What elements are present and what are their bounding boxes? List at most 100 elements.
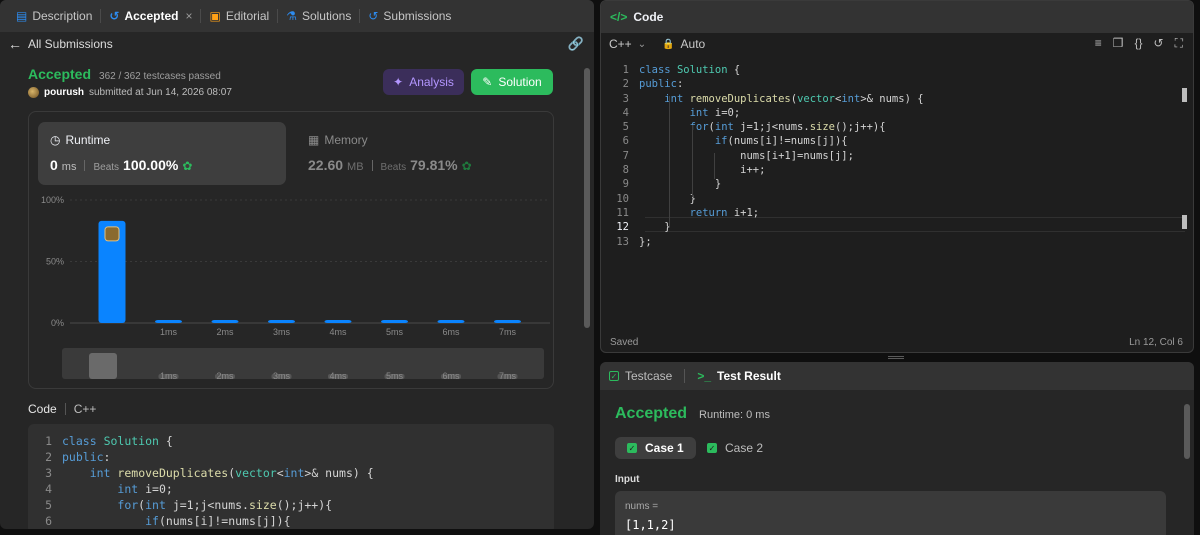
- code-text: int i=0;: [689, 106, 741, 119]
- all-submissions-link[interactable]: ← All Submissions 🔗: [0, 33, 594, 55]
- line-number: 12: [616, 221, 629, 234]
- chevron-down-icon[interactable]: ⌄: [638, 39, 646, 50]
- fullscreen-icon[interactable]: ⛶: [1175, 36, 1183, 51]
- reset-icon[interactable]: ↺: [1154, 36, 1164, 51]
- code-text: if(nums[i]!=nums[j]){: [145, 514, 291, 528]
- code-editor-panel: </> Code C++ ⌄ 🔒 Auto ≡ ❒ {} ↺ ⛶ 1 class …: [600, 0, 1194, 353]
- range-tick-label: 2ms: [216, 371, 234, 381]
- case-2-tab[interactable]: ✓ Case 2: [695, 437, 775, 459]
- panel-resize-handle[interactable]: [888, 356, 904, 359]
- indent-guide: [714, 153, 715, 179]
- leaf-icon: ✿: [182, 159, 193, 173]
- line-number: 2: [622, 78, 629, 91]
- code-line: 1 class Solution {: [28, 433, 554, 449]
- range-selector-handle: [89, 353, 117, 379]
- flask-icon: ⚗: [286, 9, 297, 23]
- submission-panel: ▤ Description ↺ Accepted × ▣ Editorial ⚗…: [0, 0, 594, 529]
- line-number: 4: [622, 106, 629, 119]
- submission-status: Accepted 362 / 362 testcases passed: [28, 66, 221, 82]
- edit-icon: ✎: [482, 75, 493, 89]
- tab-submissions[interactable]: ↺ Submissions: [360, 0, 459, 32]
- auto-mode[interactable]: Auto: [681, 37, 706, 51]
- chart-bar: [381, 320, 408, 323]
- code-text: int i=0;: [117, 482, 173, 496]
- line-number: 4: [45, 482, 52, 496]
- submitted-time: submitted at Jun 14, 2026 08:07: [89, 87, 232, 98]
- clock-icon: ◷: [50, 133, 61, 147]
- result-tab-bar: ✓ Testcase >_ Test Result: [600, 362, 1194, 390]
- chart-bar: [324, 320, 352, 323]
- bookmark-icon[interactable]: ❒: [1113, 36, 1124, 51]
- memory-card[interactable]: ▦ Memory 22.60 MB Beats 79.81% ✿: [296, 122, 544, 185]
- code-text: class Solution {: [639, 64, 741, 76]
- y-tick-label: 100%: [41, 195, 64, 205]
- description-icon: ▤: [16, 9, 28, 23]
- submitted-code-block: 1 class Solution {2 public: 3 int removeDup…: [28, 424, 554, 529]
- history-icon: ↺: [109, 9, 120, 23]
- code-text: return i+1;: [689, 206, 760, 219]
- code-text: for(int j=1;j<nums.size();j++){: [117, 498, 333, 512]
- solution-button[interactable]: ✎ Solution: [471, 69, 553, 95]
- line-number: 6: [45, 514, 52, 528]
- tab-accepted[interactable]: ↺ Accepted ×: [101, 0, 200, 32]
- left-tab-bar: ▤ Description ↺ Accepted × ▣ Editorial ⚗…: [0, 0, 594, 32]
- lock-icon: 🔒: [662, 38, 675, 50]
- code-line: 2 public:: [601, 77, 1193, 91]
- language-select[interactable]: C++: [609, 37, 632, 51]
- leaf-icon: ✿: [461, 159, 472, 173]
- range-tick-label: 3ms: [273, 371, 291, 381]
- tab-testcase[interactable]: Testcase: [625, 369, 672, 383]
- analysis-button[interactable]: ✦ Analysis: [383, 69, 464, 95]
- runtime-card[interactable]: ◷ Runtime 0 ms Beats 100.00% ✿: [38, 122, 286, 185]
- code-header: Code C++: [28, 402, 97, 416]
- code-line: 6 if(nums[i]!=nums[j]){: [601, 134, 1193, 148]
- code-line: 13};: [601, 235, 1193, 249]
- tab-solutions[interactable]: ⚗ Solutions: [278, 0, 359, 32]
- line-number: 1: [622, 64, 629, 76]
- username[interactable]: pourush: [44, 87, 84, 98]
- divider: [84, 159, 86, 171]
- editor-scroll-marker: [1182, 215, 1187, 229]
- line-number: 2: [45, 450, 52, 464]
- result-summary: Accepted Runtime: 0 ms: [615, 405, 770, 423]
- avatar[interactable]: [28, 87, 39, 98]
- chart-bar: [211, 320, 239, 323]
- runtime-value: 0 ms Beats 100.00% ✿: [50, 157, 193, 173]
- line-number: 10: [616, 192, 629, 205]
- x-tick-label: 5ms: [386, 327, 404, 337]
- x-tick-label: 6ms: [442, 327, 460, 337]
- case-1-tab[interactable]: ✓ Case 1: [615, 437, 696, 459]
- code-line: 4 int i=0;: [28, 481, 554, 497]
- code-line: 8 i++;: [601, 163, 1193, 177]
- left-scrollbar[interactable]: [584, 68, 590, 328]
- line-number: 13: [616, 235, 629, 248]
- tab-test-result[interactable]: Test Result: [717, 369, 781, 383]
- link-icon[interactable]: 🔗: [568, 36, 584, 52]
- line-number: 11: [616, 206, 629, 219]
- checkbox-icon: ✓: [609, 371, 619, 381]
- saved-status: Saved: [610, 337, 639, 348]
- code-line: 5 for(int j=1;j<nums.size();j++){: [28, 497, 554, 513]
- chart-bar: [155, 320, 182, 323]
- code-text: int removeDuplicates(vector<int>& nums) …: [664, 92, 924, 105]
- close-icon[interactable]: ×: [185, 9, 192, 23]
- y-tick-label: 50%: [46, 257, 64, 267]
- result-scrollbar[interactable]: [1184, 404, 1190, 459]
- range-selector: [62, 348, 544, 379]
- memory-value: 22.60 MB Beats 79.81% ✿: [308, 157, 472, 173]
- code-text: if(nums[i]!=nums[j]){: [714, 135, 848, 148]
- tab-editorial[interactable]: ▣ Editorial: [201, 0, 277, 32]
- runtime-title: ◷ Runtime: [50, 133, 111, 147]
- code-line: 3 int removeDuplicates(vector<int>& nums…: [601, 92, 1193, 106]
- x-tick-label: 1ms: [160, 327, 178, 337]
- line-number: 9: [622, 178, 629, 191]
- code-editor[interactable]: 1 class Solution {2 public: 3 int removeDup…: [601, 61, 1193, 301]
- avatar-marker-icon: [104, 226, 120, 242]
- tab-description[interactable]: ▤ Description: [8, 0, 100, 32]
- format-icon[interactable]: ≡: [1095, 36, 1102, 51]
- divider: [64, 403, 66, 415]
- code-line: 12 }: [601, 220, 1193, 234]
- input-value-box: nums = [1,1,2]: [615, 491, 1166, 535]
- code-text: }: [639, 178, 722, 191]
- braces-icon[interactable]: {}: [1135, 36, 1143, 51]
